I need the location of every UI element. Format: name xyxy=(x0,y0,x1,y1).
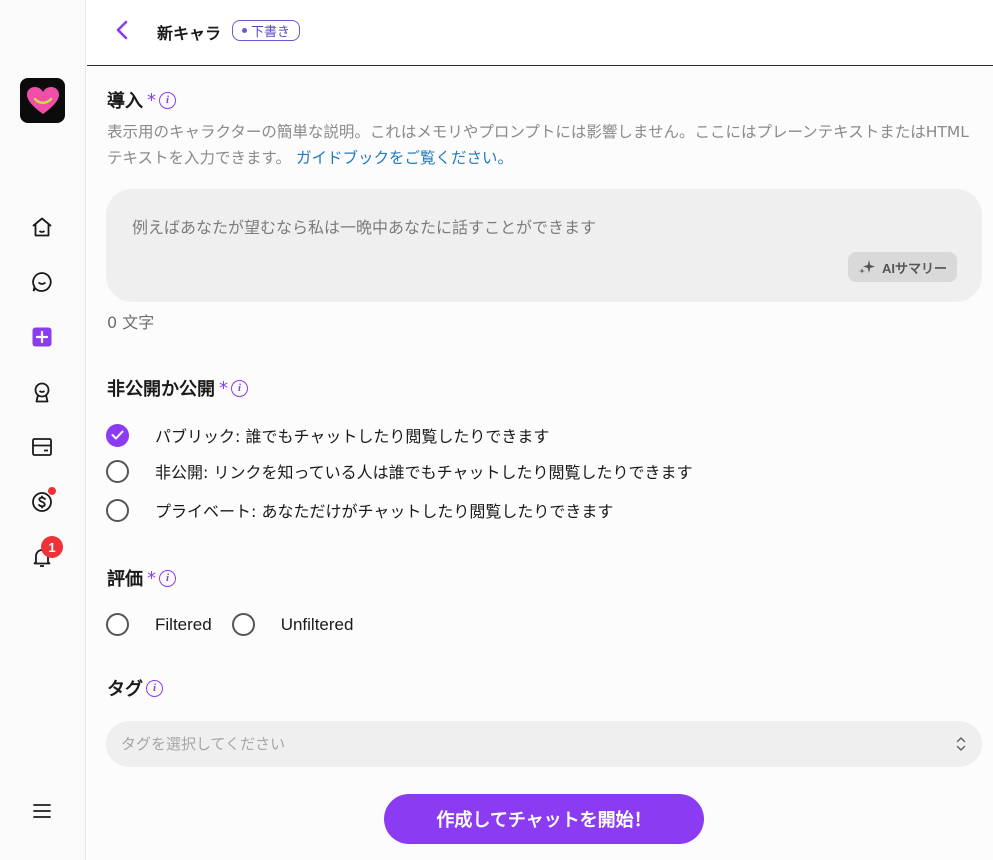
intro-textarea-placeholder: 例えばあなたが望むなら私は一晩中あなたに話すことができます xyxy=(132,218,597,237)
chevron-left-icon xyxy=(116,20,128,40)
required-mark: * xyxy=(147,567,156,589)
status-badge-label: 下書き xyxy=(251,25,291,40)
menu-icon[interactable] xyxy=(29,798,55,824)
check-icon xyxy=(111,430,124,440)
info-icon[interactable]: i xyxy=(159,569,176,587)
heart-logo-icon xyxy=(26,86,59,114)
visibility-option-private[interactable]: プライベート: あなただけがチャットしたり閲覧したりできます xyxy=(106,498,613,522)
info-icon[interactable]: i xyxy=(146,679,163,697)
create-icon[interactable] xyxy=(29,324,55,350)
tags-select-placeholder: タグを選択してください xyxy=(121,735,286,753)
tags-select[interactable]: タグを選択してください xyxy=(106,721,982,767)
intro-textarea[interactable]: 例えばあなたが望むなら私は一晩中あなたに話すことができます AIサマリー xyxy=(106,189,982,302)
rating-title: 評価 xyxy=(107,569,143,590)
visibility-option-label: プライベート: あなただけがチャットしたり閲覧したりできます xyxy=(155,502,614,521)
required-mark: * xyxy=(147,89,156,111)
tags-section-title: タグ i xyxy=(107,675,163,701)
intro-title: 導入 xyxy=(107,91,143,112)
visibility-title: 非公開か公開 xyxy=(107,379,215,400)
intro-description: 表示用のキャラクターの簡単な説明。これはメモリやプロンプトには影響しません。ここ… xyxy=(107,119,977,171)
rating-option-filtered[interactable]: Filtered xyxy=(106,613,232,636)
rating-option-unfiltered[interactable]: Unfiltered xyxy=(231,613,374,636)
rating-option-label: Unfiltered xyxy=(280,614,354,634)
create-and-chat-button[interactable]: 作成してチャットを開始！ xyxy=(384,794,704,844)
status-dot xyxy=(242,28,247,33)
chat-icon[interactable] xyxy=(29,269,55,295)
form-container: 導入 * i 表示用のキャラクターの簡単な説明。これはメモリやプロンプトには影響… xyxy=(87,67,993,860)
award-icon[interactable] xyxy=(29,379,55,405)
page-title: 新キャラ xyxy=(157,24,222,43)
back-button[interactable] xyxy=(111,18,135,42)
char-count: 0 文字 xyxy=(107,313,155,332)
visibility-option-public[interactable]: パブリック: 誰でもチャットしたり閲覧したりできます xyxy=(106,423,549,447)
radio-unchecked[interactable] xyxy=(106,459,129,483)
app-logo[interactable] xyxy=(20,78,65,123)
sparkle-icon xyxy=(858,260,875,274)
sidebar: 1 xyxy=(0,0,86,860)
ai-summary-button[interactable]: AIサマリー xyxy=(847,252,957,282)
required-mark: * xyxy=(219,377,228,399)
intro-description-text: 表示用のキャラクターの簡単な説明。これはメモリやプロンプトには影響しません。ここ… xyxy=(107,123,969,167)
visibility-option-label: 非公開: リンクを知っている人は誰でもチャットしたり閲覧したりできます xyxy=(155,463,693,482)
rating-options: Filtered Unfiltered xyxy=(106,613,373,636)
radio-unchecked[interactable] xyxy=(106,498,129,522)
home-icon[interactable] xyxy=(29,214,55,240)
tags-title: タグ xyxy=(107,679,143,700)
radio-unchecked[interactable] xyxy=(231,613,255,636)
visibility-section-title: 非公開か公開 * i xyxy=(107,375,248,401)
radio-checked[interactable] xyxy=(106,423,129,447)
intro-section-title: 導入 * i xyxy=(107,87,176,113)
ai-summary-label: AIサマリー xyxy=(881,260,947,276)
chevron-updown-icon xyxy=(956,737,966,751)
visibility-option-unlisted[interactable]: 非公開: リンクを知っている人は誰でもチャットしたり閲覧したりできます xyxy=(106,459,693,483)
info-icon[interactable]: i xyxy=(159,91,176,109)
info-icon[interactable]: i xyxy=(231,379,248,397)
notification-count-badge: 1 xyxy=(41,536,63,558)
page-header: 新キャラ 下書き xyxy=(87,0,993,66)
radio-unchecked[interactable] xyxy=(106,613,129,636)
coin-notification-dot xyxy=(47,486,57,496)
guide-link[interactable]: ガイドブックをご覧ください。 xyxy=(296,149,513,167)
rating-option-label: Filtered xyxy=(155,614,212,634)
status-badge: 下書き xyxy=(232,20,301,41)
card-icon[interactable] xyxy=(29,434,55,460)
visibility-option-label: パブリック: 誰でもチャットしたり閲覧したりできます xyxy=(155,427,550,446)
rating-section-title: 評価 * i xyxy=(107,565,176,591)
